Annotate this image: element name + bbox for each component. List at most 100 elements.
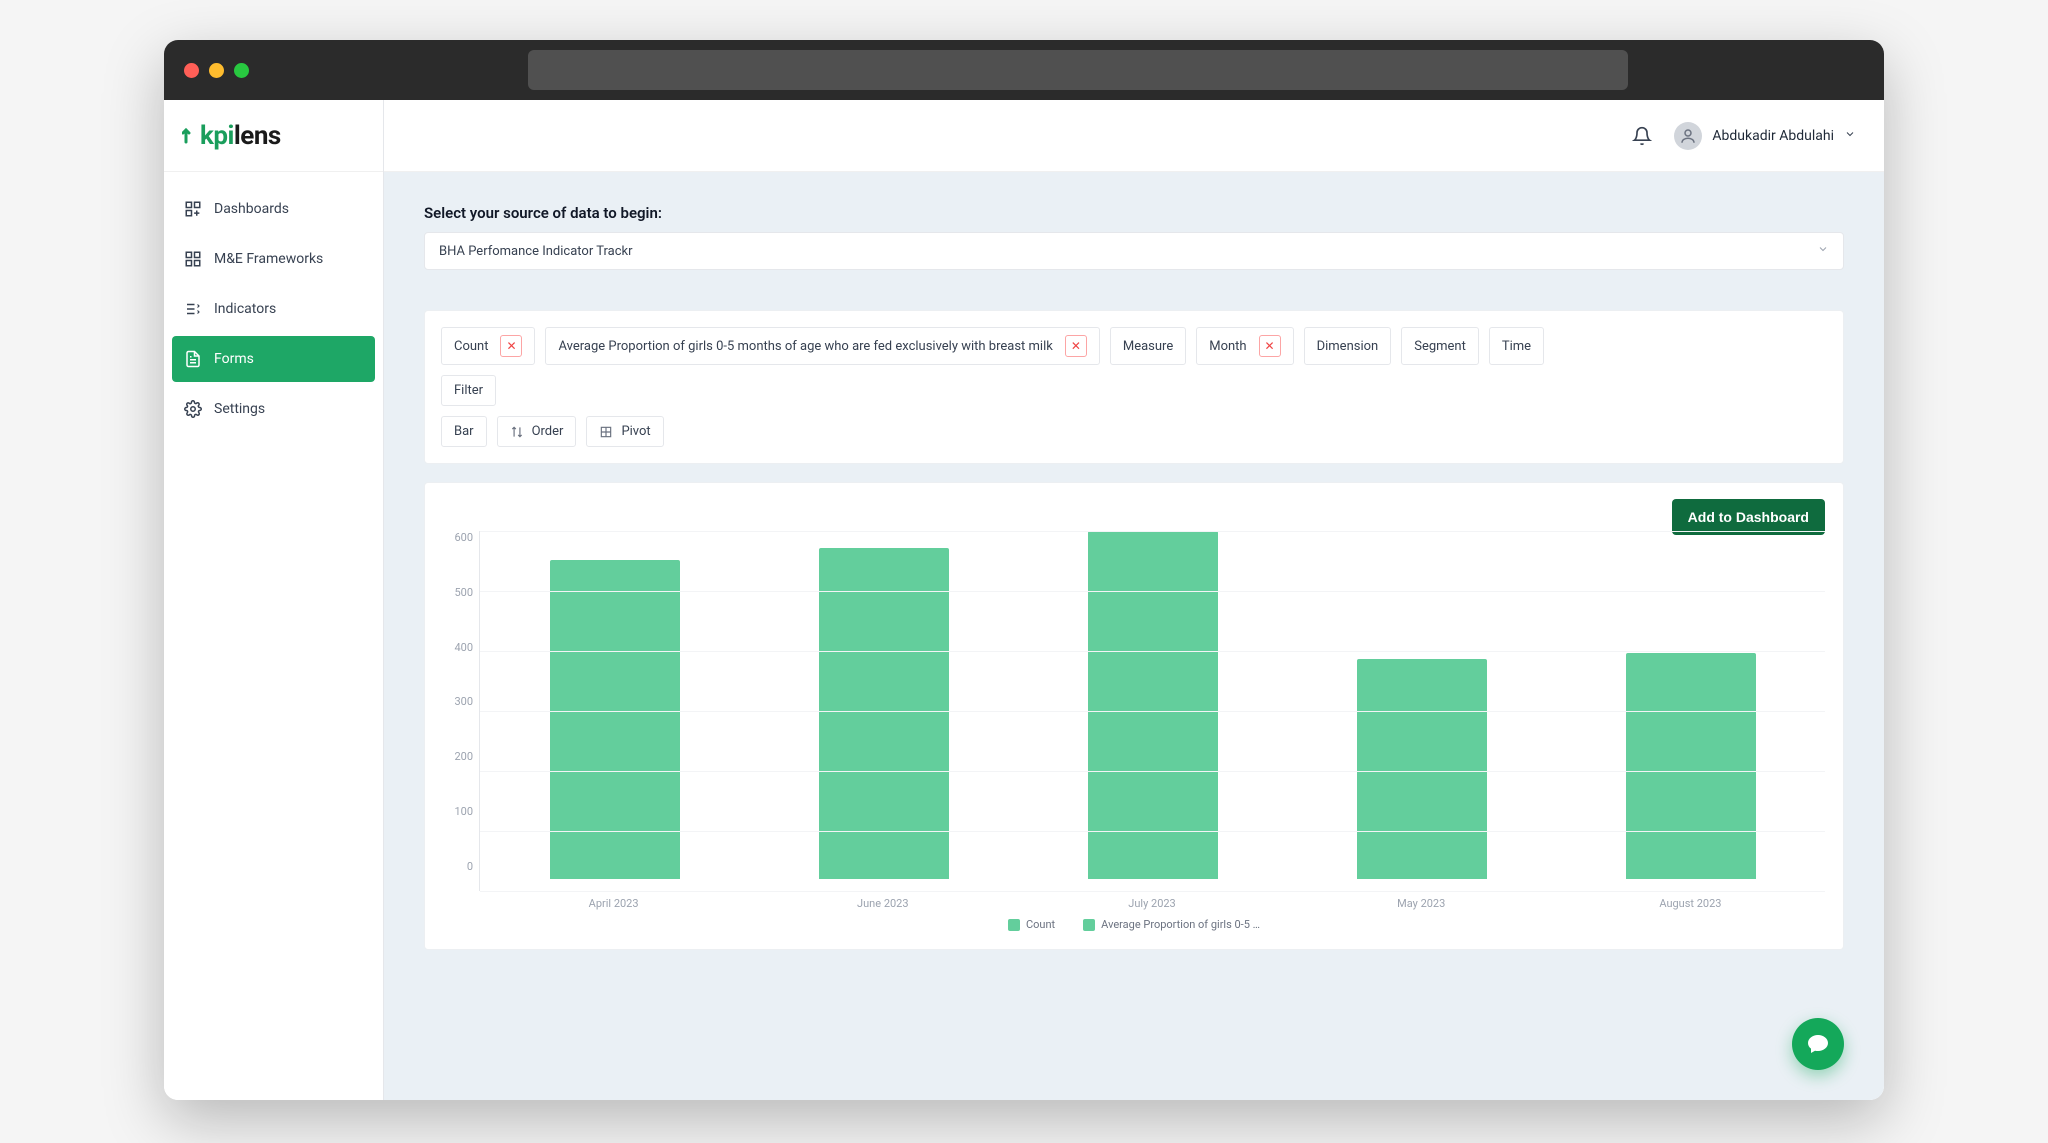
logo-arrow-icon — [182, 124, 200, 146]
sidebar-item-forms[interactable]: Forms — [172, 336, 375, 382]
remove-icon[interactable]: ✕ — [1065, 335, 1087, 357]
pill-label: Dimension — [1317, 339, 1379, 354]
pill-label: Measure — [1123, 339, 1173, 354]
avatar-icon — [1674, 122, 1702, 150]
x-tick: April 2023 — [479, 897, 748, 910]
window-maximize-dot[interactable] — [234, 63, 249, 78]
sidebar-item-indicators[interactable]: Indicators — [172, 286, 375, 332]
main-area: Abdukadir Abdulahi Select your source of… — [384, 100, 1884, 1100]
chart-plot — [479, 531, 1825, 891]
chart-legend: Count Average Proportion of girls 0-5 … — [443, 918, 1825, 931]
x-tick: May 2023 — [1287, 897, 1556, 910]
bar[interactable] — [1626, 653, 1756, 879]
grid-line — [480, 891, 1825, 892]
bar[interactable] — [1357, 659, 1487, 879]
y-tick: 0 — [467, 860, 473, 873]
pill-label: Filter — [454, 383, 483, 398]
pill-label: Month — [1209, 339, 1246, 354]
sidebar-item-label: Forms — [214, 351, 254, 367]
add-to-dashboard-button[interactable]: Add to Dashboard — [1672, 499, 1825, 535]
bar-slot — [1556, 531, 1825, 879]
filter-pill[interactable]: Order — [497, 416, 577, 447]
filter-row-2: Filter — [441, 375, 1827, 406]
pill-label: Order — [532, 424, 564, 439]
chat-icon — [1806, 1032, 1830, 1056]
sidebar-nav: Dashboards M&E Frameworks Indicators — [164, 178, 383, 444]
pill-label: Time — [1502, 339, 1531, 354]
window-minimize-dot[interactable] — [209, 63, 224, 78]
grid-line — [480, 651, 1825, 652]
frameworks-icon — [184, 250, 202, 268]
browser-window: kpilens Dashboards M&E Frameworks — [164, 40, 1884, 1100]
y-tick: 500 — [454, 586, 473, 599]
pill-label: Bar — [454, 424, 474, 439]
filter-pill[interactable]: Time — [1489, 327, 1544, 365]
bar-slot — [1018, 531, 1287, 879]
filter-pill[interactable]: Month ✕ — [1196, 327, 1293, 365]
y-tick: 400 — [454, 641, 473, 654]
filter-pill[interactable]: Average Proportion of girls 0-5 months o… — [545, 327, 1099, 365]
legend-item: Average Proportion of girls 0-5 … — [1083, 918, 1260, 931]
bar-slot — [480, 531, 749, 879]
legend-swatch — [1008, 919, 1020, 931]
topbar: Abdukadir Abdulahi — [384, 100, 1884, 172]
chevron-down-icon — [1844, 128, 1856, 144]
filter-pill[interactable]: Dimension — [1304, 327, 1392, 365]
logo-prefix: kpi — [200, 121, 234, 151]
content: Select your source of data to begin: BHA… — [384, 172, 1884, 1100]
window-close-dot[interactable] — [184, 63, 199, 78]
filter-row-1: Count ✕ Average Proportion of girls 0-5 mo… — [441, 327, 1827, 365]
sidebar-item-label: Dashboards — [214, 201, 289, 217]
sidebar-item-label: M&E Frameworks — [214, 251, 323, 267]
chart-area: 6005004003002001000 — [443, 531, 1825, 891]
gear-icon — [184, 400, 202, 418]
sidebar-item-dashboards[interactable]: Dashboards — [172, 186, 375, 232]
sidebar-item-frameworks[interactable]: M&E Frameworks — [172, 236, 375, 282]
logo-suffix: lens — [234, 121, 281, 151]
filter-row-3: Bar Order Pivot — [441, 416, 1827, 447]
logo: kpilens — [164, 100, 383, 172]
forms-icon — [184, 350, 202, 368]
source-select[interactable]: BHA Perfomance Indicator Trackr — [424, 232, 1844, 270]
y-tick: 300 — [454, 695, 473, 708]
filter-pill[interactable]: Filter — [441, 375, 496, 406]
remove-icon[interactable]: ✕ — [1259, 335, 1281, 357]
dashboard-icon — [184, 200, 202, 218]
y-axis: 6005004003002001000 — [443, 531, 479, 891]
sidebar-item-settings[interactable]: Settings — [172, 386, 375, 432]
chevron-down-icon — [1817, 243, 1829, 259]
chat-fab[interactable] — [1792, 1018, 1844, 1070]
legend-label: Average Proportion of girls 0-5 … — [1101, 918, 1260, 931]
filter-pill[interactable]: Segment — [1401, 327, 1479, 365]
filter-panel: Count ✕ Average Proportion of girls 0-5 mo… — [424, 310, 1844, 464]
pill-label: Count — [454, 339, 488, 354]
legend-swatch — [1083, 919, 1095, 931]
remove-icon[interactable]: ✕ — [500, 335, 522, 357]
filter-pill[interactable]: Measure — [1110, 327, 1186, 365]
grid-line — [480, 771, 1825, 772]
url-bar[interactable] — [528, 50, 1628, 90]
pill-label: Average Proportion of girls 0-5 months o… — [558, 339, 1052, 354]
bar-slot — [749, 531, 1018, 879]
grid-line — [480, 711, 1825, 712]
bar[interactable] — [819, 548, 949, 879]
filter-pill[interactable]: Count ✕ — [441, 327, 535, 365]
legend-item: Count — [1008, 918, 1055, 931]
pill-label: Pivot — [621, 424, 650, 439]
y-tick: 200 — [454, 750, 473, 763]
source-selected-value: BHA Perfomance Indicator Trackr — [439, 244, 633, 259]
bell-icon[interactable] — [1632, 126, 1652, 146]
x-tick: June 2023 — [748, 897, 1017, 910]
grid-icon — [599, 425, 613, 439]
chart-panel: Add to Dashboard 6005004003002001000 Apr… — [424, 482, 1844, 950]
sidebar-item-label: Settings — [214, 401, 265, 417]
sidebar: kpilens Dashboards M&E Frameworks — [164, 100, 384, 1100]
filter-pill[interactable]: Pivot — [586, 416, 663, 447]
bar[interactable] — [1088, 531, 1218, 879]
source-label: Select your source of data to begin: — [424, 204, 1844, 222]
filter-pill[interactable]: Bar — [441, 416, 487, 447]
user-name: Abdukadir Abdulahi — [1712, 128, 1834, 144]
app-shell: kpilens Dashboards M&E Frameworks — [164, 100, 1884, 1100]
user-menu[interactable]: Abdukadir Abdulahi — [1674, 122, 1856, 150]
x-tick: August 2023 — [1556, 897, 1825, 910]
